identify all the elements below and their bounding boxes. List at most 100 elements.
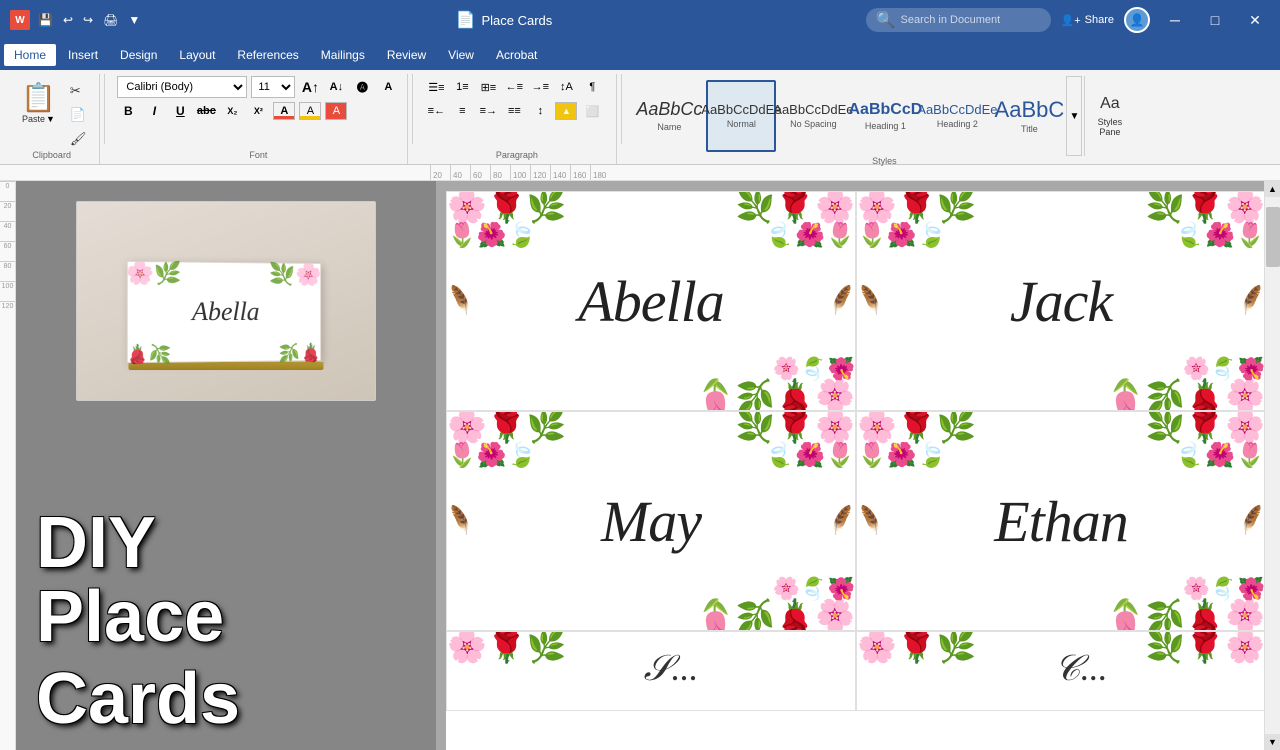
- sort-button[interactable]: ↕A: [555, 76, 577, 98]
- menu-design[interactable]: Design: [110, 44, 167, 66]
- scroll-up-button[interactable]: ▲: [1265, 181, 1280, 197]
- title-bar: W 💾 ↩ ↪ 🖨 ▼ 📄 Place Cards 🔍 👤+ Share 👤 ─…: [0, 0, 1280, 40]
- font-size-select[interactable]: 11: [251, 76, 295, 98]
- menu-home[interactable]: Home: [4, 44, 56, 66]
- ruler: 20 40 60 80 100 120 140 160 180: [0, 165, 1280, 181]
- card-name-ethan: Ethan: [994, 488, 1128, 555]
- borders-button[interactable]: ⬜: [581, 100, 603, 122]
- justify-button[interactable]: ≡≡: [503, 100, 525, 122]
- ruler-100: 100: [510, 165, 530, 180]
- paste-button[interactable]: 📋 Paste ▼: [12, 76, 65, 129]
- font-family-select[interactable]: Calibri (Body): [117, 76, 247, 98]
- menu-review[interactable]: Review: [377, 44, 436, 66]
- style-normal[interactable]: AaBbCcDdEe Normal: [706, 80, 776, 152]
- format-painter-button[interactable]: 🖌: [65, 128, 92, 150]
- shading-button[interactable]: ▲: [555, 102, 577, 120]
- subscript-button[interactable]: X₂: [221, 100, 243, 122]
- italic-button[interactable]: I: [143, 100, 165, 122]
- undo-button[interactable]: ↩: [61, 13, 75, 27]
- align-left-button[interactable]: ≡←: [425, 100, 447, 122]
- ruler-20: 20: [430, 165, 450, 180]
- title-bar-right: 🔍 👤+ Share 👤 ─ □ ✕: [866, 6, 1270, 34]
- style-heading1-label: Heading 1: [865, 121, 906, 131]
- paragraph-label: Paragraph: [496, 150, 538, 162]
- share-button[interactable]: 👤+ Share: [1061, 14, 1114, 27]
- menu-insert[interactable]: Insert: [58, 44, 108, 66]
- styles-group: AaBbCc Name AaBbCcDdEe Normal AaBbCcDdEe…: [626, 74, 1142, 164]
- maximize-button[interactable]: □: [1200, 6, 1230, 34]
- font-label: Font: [249, 150, 267, 162]
- multilevel-button[interactable]: ⊞≡: [477, 76, 499, 98]
- copy-button[interactable]: 📄: [65, 104, 92, 126]
- main-content: 0 20 40 60 80 100 120 🌸🌿 🌸🌿 🌹🌿 🌹🌿 Abella: [0, 181, 1280, 750]
- menu-layout[interactable]: Layout: [169, 44, 225, 66]
- menu-view[interactable]: View: [438, 44, 484, 66]
- document-area[interactable]: ⊕ 🌸🌹🌿 🌷🌺🍃 🌸🌹🌿 🌷🌺🍃: [436, 181, 1264, 750]
- title-bar-left: W 💾 ↩ ↪ 🖨 ▼: [10, 10, 142, 30]
- styles-label: Styles: [872, 156, 897, 168]
- styles-pane-label: Styles Pane: [1089, 117, 1130, 137]
- search-box[interactable]: 🔍: [866, 8, 1051, 32]
- show-formatting-button[interactable]: ¶: [581, 76, 603, 98]
- account-button[interactable]: 👤: [1124, 7, 1150, 33]
- redo-button[interactable]: ↪: [81, 13, 95, 27]
- styles-scroll-button[interactable]: ▼: [1066, 76, 1082, 156]
- more-qa-button[interactable]: ▼: [126, 13, 142, 27]
- menu-acrobat[interactable]: Acrobat: [486, 44, 547, 66]
- style-name[interactable]: AaBbCc Name: [634, 80, 704, 152]
- scroll-down-button[interactable]: ▼: [1265, 734, 1280, 750]
- minimize-button[interactable]: ─: [1160, 6, 1190, 34]
- increase-indent-button[interactable]: →≡: [529, 76, 551, 98]
- style-heading2[interactable]: AaBbCcDdEe Heading 2: [922, 80, 992, 152]
- superscript-button[interactable]: X²: [247, 100, 269, 122]
- search-input[interactable]: [901, 14, 1041, 26]
- diy-overlay: DIY Place Cards: [36, 511, 416, 740]
- app-icon: W: [10, 10, 30, 30]
- style-heading1[interactable]: AaBbCcD Heading 1: [850, 80, 920, 152]
- numbering-button[interactable]: 1≡: [451, 76, 473, 98]
- print-button[interactable]: 🖨: [101, 13, 120, 27]
- text-color-button[interactable]: A: [325, 102, 347, 120]
- save-button[interactable]: 💾: [36, 13, 55, 27]
- white-page: ⊕ 🌸🌹🌿 🌷🌺🍃 🌸🌹🌿 🌷🌺🍃: [446, 191, 1264, 750]
- bold-button[interactable]: B: [117, 100, 139, 122]
- divider-1: [104, 74, 105, 144]
- diy-line1: DIY: [36, 511, 416, 576]
- decrease-font-button[interactable]: A↓: [325, 76, 347, 98]
- clear-formatting-button[interactable]: 🅐: [351, 76, 373, 98]
- font-color-button[interactable]: A: [273, 102, 295, 120]
- title-bar-center: 📄 Place Cards: [456, 10, 553, 30]
- align-right-button[interactable]: ≡→: [477, 100, 499, 122]
- style-no-spacing-label: No Spacing: [790, 119, 837, 129]
- style-no-spacing[interactable]: AaBbCcDdEe No Spacing: [778, 80, 848, 152]
- card-name-jack: Jack: [1010, 268, 1112, 335]
- ruler-180: 180: [590, 165, 610, 180]
- strikethrough-button[interactable]: abc: [195, 100, 217, 122]
- line-spacing-button[interactable]: ↕: [529, 100, 551, 122]
- decrease-indent-button[interactable]: ←≡: [503, 76, 525, 98]
- underline-button[interactable]: U: [169, 100, 191, 122]
- text-effects-button[interactable]: A: [377, 76, 399, 98]
- document-title: Place Cards: [481, 13, 552, 28]
- menu-mailings[interactable]: Mailings: [311, 44, 375, 66]
- align-center-button[interactable]: ≡: [451, 100, 473, 122]
- place-cards-grid: 🌸🌹🌿 🌷🌺🍃 🌸🌹🌿 🌷🌺🍃 🪶 🪶: [446, 191, 1264, 750]
- font-group: Calibri (Body) 11 A↑ A↓ 🅐 A B I U abc X₂…: [109, 74, 408, 164]
- close-button[interactable]: ✕: [1240, 6, 1270, 34]
- increase-font-button[interactable]: A↑: [299, 76, 321, 98]
- styles-pane-button[interactable]: Aa Styles Pane: [1084, 76, 1134, 156]
- clipboard-label: Clipboard: [32, 150, 71, 162]
- vertical-scrollbar[interactable]: ▲ ▼: [1264, 181, 1280, 750]
- place-card-6: 🌸🌹🌿 🌸🌹🌿 𝒞...: [856, 631, 1264, 711]
- place-card-ethan: 🌸🌹🌿 🌷🌺🍃 🌸🌹🌿 🌷🌺🍃 🪶 🪶: [856, 411, 1264, 631]
- menu-references[interactable]: References: [227, 44, 308, 66]
- style-title[interactable]: AaBbC Title: [994, 80, 1064, 152]
- highlight-color-button[interactable]: A: [299, 102, 321, 120]
- bullets-button[interactable]: ☰≡: [425, 76, 447, 98]
- card-name-may: May: [601, 488, 701, 555]
- place-card-may: 🌸🌹🌿 🌷🌺🍃 🌸🌹🌿 🌷🌺🍃 🪶 🪶: [446, 411, 856, 631]
- cut-button[interactable]: ✂: [65, 80, 92, 102]
- place-card-abella: 🌸🌹🌿 🌷🌺🍃 🌸🌹🌿 🌷🌺🍃 🪶 🪶: [446, 191, 856, 411]
- scroll-thumb[interactable]: [1266, 207, 1280, 267]
- divider-3: [621, 74, 622, 144]
